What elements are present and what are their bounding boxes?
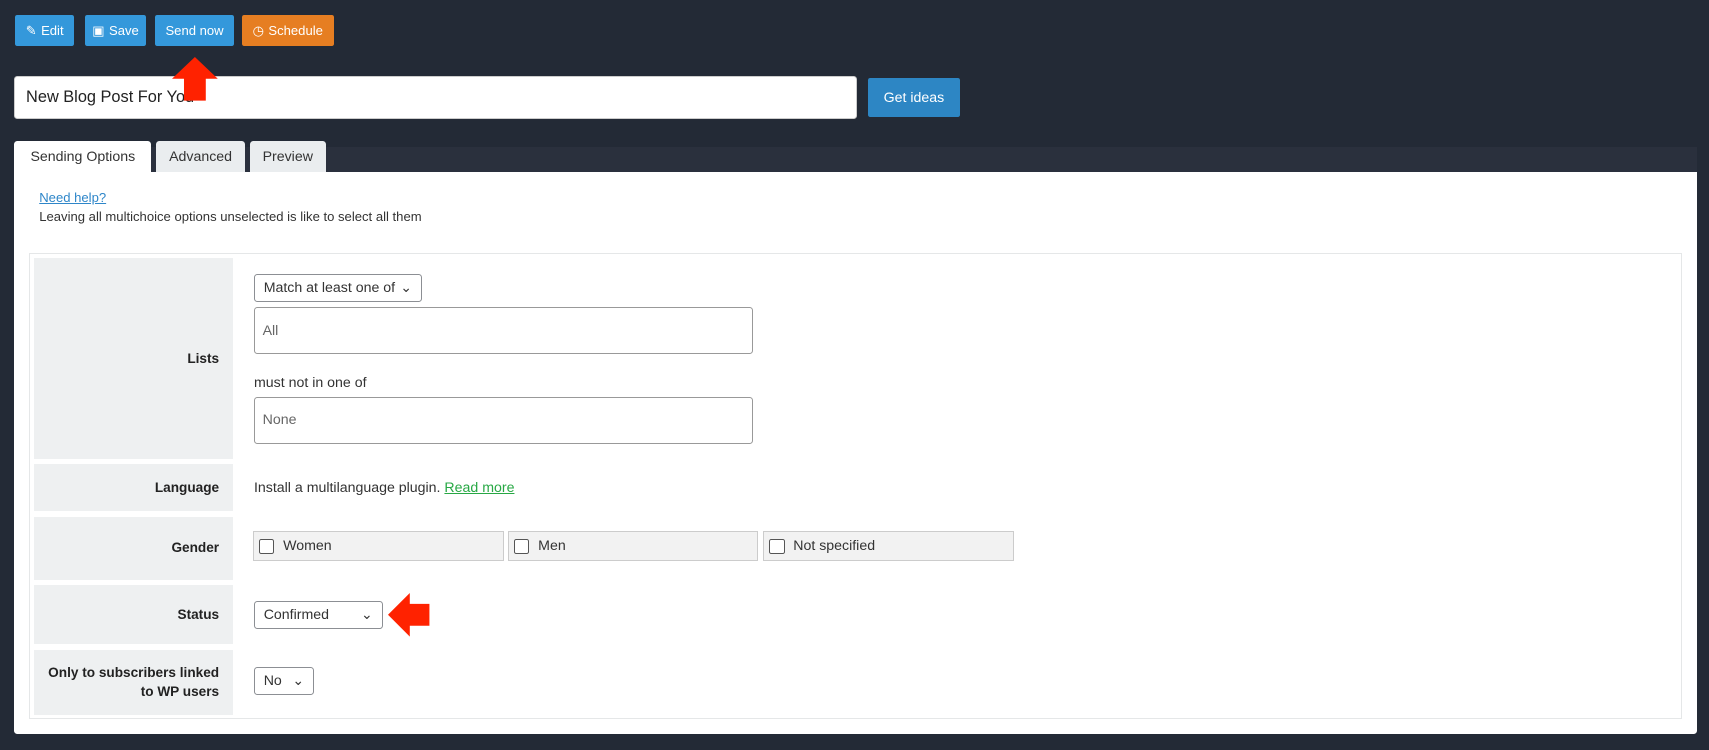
lists-label: Lists [33, 258, 234, 459]
tab-advanced[interactable]: Advanced [155, 140, 246, 174]
chevron-down-icon: ⌄ [400, 279, 413, 296]
lists-match-select[interactable]: Match at least one of ⌄ [253, 273, 422, 302]
chevron-down-icon: ⌄ [292, 673, 305, 690]
schedule-button[interactable]: ◷ Schedule [241, 15, 334, 46]
save-button[interactable]: ▣ Save [85, 15, 147, 46]
language-label: Language [33, 464, 234, 512]
tab-sending-options[interactable]: Sending Options [14, 140, 152, 174]
wp-users-select[interactable]: No ⌄ [253, 667, 314, 696]
edit-icon: ✎ [25, 22, 37, 38]
gender-men-checkbox[interactable]: Men [507, 530, 758, 562]
red-arrow-left-annotation [388, 592, 430, 637]
help-note: Leaving all multichoice options unselect… [39, 209, 422, 225]
checkbox-icon [259, 538, 275, 554]
red-arrow-up-annotation [172, 56, 218, 101]
read-more-link[interactable]: Read more [444, 480, 514, 496]
gender-not-specified-checkbox[interactable]: Not specified [763, 530, 1014, 562]
subject-input[interactable]: New Blog Post For You [14, 76, 857, 119]
status-label: Status [33, 585, 234, 645]
chevron-down-icon: ⌄ [360, 606, 373, 623]
wp-users-label: Only to subscribers linked to WP users [33, 649, 234, 716]
lists-exclude-field[interactable]: None [253, 396, 754, 444]
gender-label: Gender [33, 516, 234, 580]
language-text: Install a multilanguage plugin. Read mor… [253, 479, 515, 496]
get-ideas-button[interactable]: Get ideas [867, 78, 961, 117]
clock-icon: ◷ [252, 22, 264, 38]
checkbox-icon [514, 538, 530, 554]
lists-include-field[interactable]: All [253, 307, 754, 355]
status-select[interactable]: Confirmed ⌄ [253, 600, 383, 629]
lists-exclude-label: must not in one of [253, 374, 367, 391]
floppy-disk-icon: ▣ [92, 22, 105, 38]
checkbox-icon [769, 538, 785, 554]
send-now-button[interactable]: Send now [154, 15, 235, 46]
tab-preview[interactable]: Preview [249, 140, 326, 174]
edit-button[interactable]: ✎ Edit [15, 15, 75, 46]
gender-women-checkbox[interactable]: Women [252, 530, 504, 562]
need-help-link[interactable]: Need help? [39, 190, 106, 205]
